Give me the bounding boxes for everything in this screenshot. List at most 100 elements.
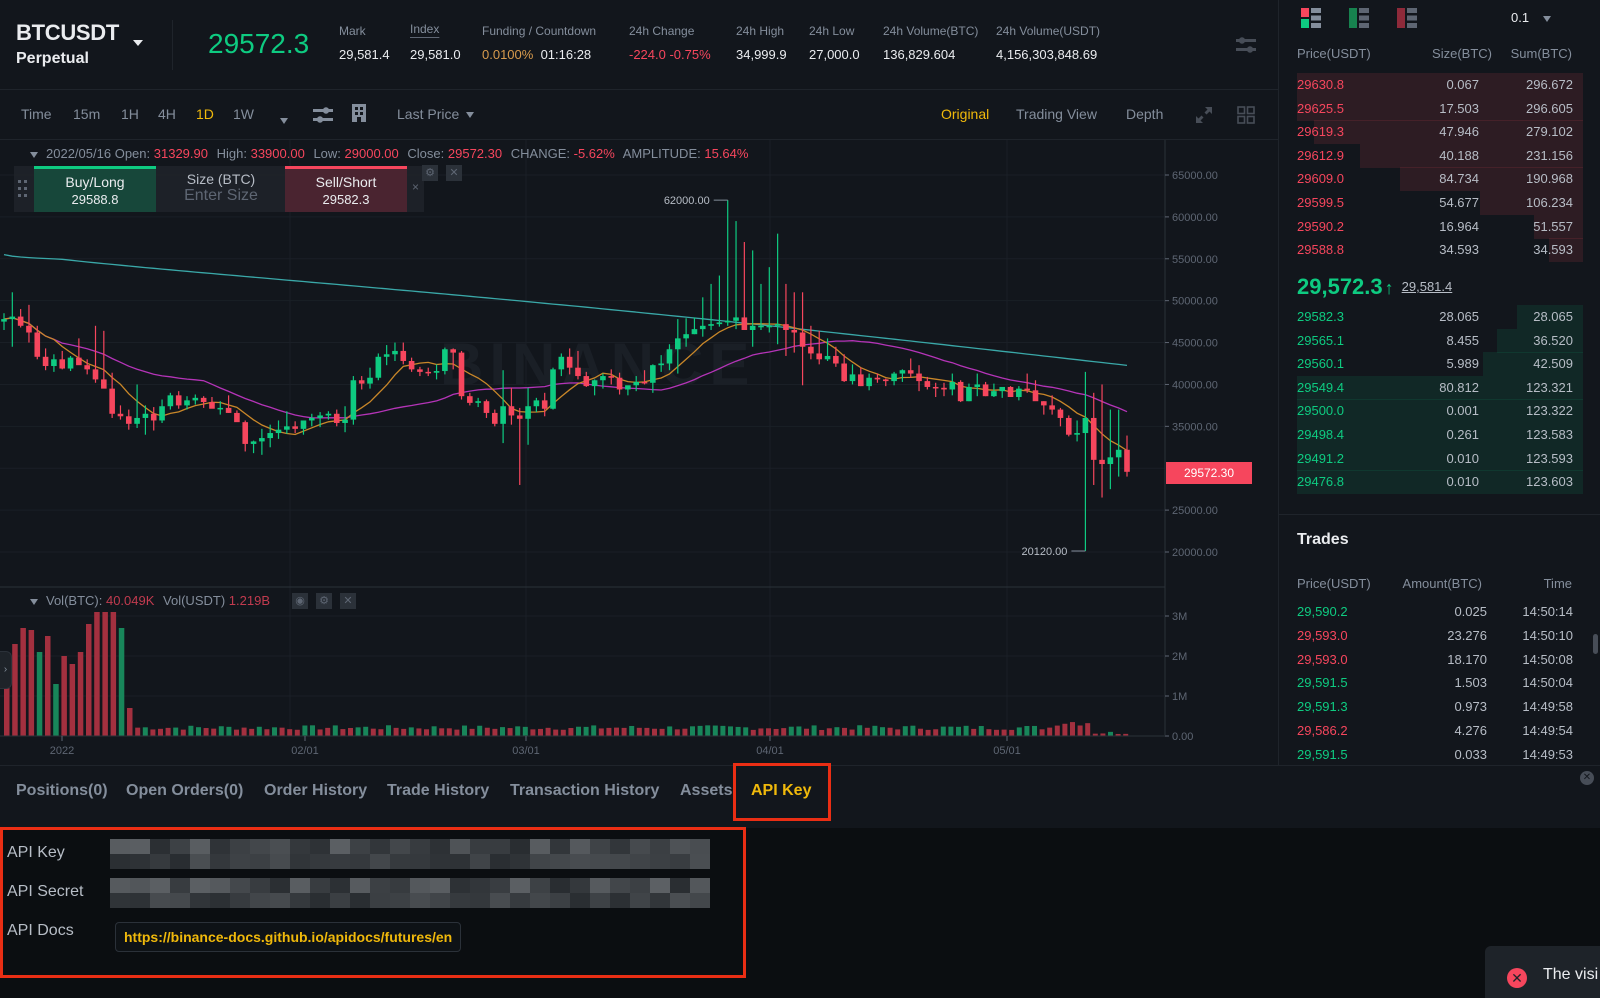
close-icon[interactable]: ✕: [446, 165, 462, 181]
close-icon[interactable]: ✕: [340, 593, 356, 609]
layout-bids-icon[interactable]: [1349, 8, 1369, 28]
layout-both-icon[interactable]: [1301, 8, 1321, 28]
candle-body: [566, 356, 573, 368]
error-icon[interactable]: ✕: [1507, 968, 1527, 988]
interval-4h[interactable]: 4H: [158, 106, 176, 122]
ask-row[interactable]: 29599.5 54.677 106.234: [1297, 191, 1583, 215]
candle-body: [1107, 457, 1114, 465]
redacted-pixel: [630, 893, 650, 908]
sell-short-button[interactable]: Sell/Short 29582.3: [285, 166, 407, 212]
api-key-value-redacted[interactable]: [110, 839, 710, 869]
indicator-settings-icon[interactable]: [313, 106, 333, 124]
tab-open-orders[interactable]: Open Orders(0): [126, 782, 243, 800]
stat-label[interactable]: Index: [410, 22, 461, 36]
x-tick-label: 2022: [50, 745, 74, 757]
size-input[interactable]: [166, 187, 276, 205]
cell-size: 80.812: [1439, 379, 1479, 395]
ohlc-date: 2022/05/16: [46, 146, 112, 161]
trade-row[interactable]: 29,590.2 0.025 14:50:14: [1297, 600, 1583, 624]
candle-body: [833, 355, 839, 364]
scrollbar[interactable]: [1593, 634, 1598, 654]
tab-order-history[interactable]: Order History: [264, 782, 367, 800]
gear-icon[interactable]: ⚙: [316, 593, 332, 609]
interval-1w[interactable]: 1W: [233, 106, 254, 122]
candle-body: [874, 377, 881, 380]
sliders-icon[interactable]: [1236, 36, 1256, 54]
bid-row[interactable]: 29560.1 5.989 42.509: [1297, 352, 1583, 377]
ask-row[interactable]: 29625.5 17.503 296.605: [1297, 96, 1583, 121]
api-docs-link[interactable]: https://binance-docs.github.io/apidocs/f…: [115, 922, 462, 952]
redacted-pixel: [350, 854, 370, 869]
ask-row[interactable]: 29609.0 84.734 190.968: [1297, 167, 1583, 192]
mid-mark-price[interactable]: 29,581.4: [1402, 279, 1453, 294]
redacted-pixel: [230, 839, 250, 854]
tab-trade-history[interactable]: Trade History: [387, 782, 489, 800]
ask-row[interactable]: 29588.8 34.593 34.593: [1297, 238, 1583, 263]
eye-icon[interactable]: ◉: [292, 593, 308, 609]
bid-row[interactable]: 29549.4 80.812 123.321: [1297, 375, 1583, 400]
redacted-pixel: [630, 878, 650, 893]
volume-bar: [1077, 725, 1083, 736]
building-icon[interactable]: [352, 104, 366, 124]
bid-row[interactable]: 29500.0 0.001 123.322: [1297, 399, 1583, 424]
bid-row[interactable]: 29582.3 28.065 28.065: [1297, 305, 1583, 329]
layout-asks-icon[interactable]: [1397, 8, 1417, 28]
bid-row[interactable]: 29498.4 0.261 123.583: [1297, 423, 1583, 447]
expand-panel-button[interactable]: ›: [0, 651, 12, 689]
gear-icon[interactable]: ⚙: [422, 165, 438, 181]
interval-1h[interactable]: 1H: [121, 106, 139, 122]
chevron-down-icon: [466, 112, 475, 119]
close-icon[interactable]: ✕: [1580, 771, 1594, 785]
view-trading-view[interactable]: Trading View: [1016, 106, 1097, 122]
interval-15m[interactable]: 15m: [73, 106, 100, 122]
symbol-selector[interactable]: BTCUSDT Perpetual: [16, 20, 119, 68]
layout-grid-icon[interactable]: [1237, 106, 1255, 124]
kline-chart-svg[interactable]: 65000.00 60000.00 55000.00 50000.00 45000.00…: [0, 140, 1278, 765]
kline-chart[interactable]: 65000.00 60000.00 55000.00 50000.00 45000.00…: [0, 140, 1278, 765]
candle-body: [824, 355, 831, 360]
chart-toolbar: Time 15m 1H 4H 1D 1W Last Price Original…: [0, 90, 1278, 140]
api-secret-value-redacted[interactable]: [110, 878, 720, 908]
price-type-dropdown[interactable]: Last Price: [397, 106, 475, 122]
collapse-triangle-icon[interactable]: [30, 151, 38, 158]
close-icon[interactable]: ×: [412, 180, 419, 194]
bid-row[interactable]: 29565.1 8.455 36.520: [1297, 328, 1583, 353]
chevron-down-icon[interactable]: [133, 40, 143, 46]
cell-price: 29612.9: [1297, 147, 1344, 163]
trade-row[interactable]: 29,591.5 1.503 14:50:04: [1297, 671, 1583, 695]
interval-1d[interactable]: 1D: [196, 106, 214, 122]
trade-row[interactable]: 29,593.0 23.276 14:50:10: [1297, 624, 1583, 648]
tab-api-key[interactable]: API Key: [751, 782, 811, 800]
trade-row[interactable]: 29,586.2 4.276 14:49:54: [1297, 719, 1583, 743]
volume-bar: [811, 725, 817, 736]
view-depth[interactable]: Depth: [1126, 106, 1163, 122]
candle-body: [59, 359, 66, 369]
tab-transaction-history[interactable]: Transaction History: [510, 782, 659, 800]
ask-row[interactable]: 29630.8 0.067 296.672: [1297, 73, 1583, 97]
view-original[interactable]: Original: [941, 106, 989, 122]
trade-row[interactable]: 29,593.0 18.170 14:50:08: [1297, 648, 1583, 672]
tab-assets[interactable]: Assets: [680, 782, 732, 800]
stat-index[interactable]: Index 29,581.0: [410, 22, 461, 62]
trades-list[interactable]: 29,590.2 0.025 14:50:14 29,593.0 23.276 14:50…: [1279, 600, 1600, 765]
bid-row[interactable]: 29491.2 0.010 123.593: [1297, 446, 1583, 471]
tab-positions[interactable]: Positions(0): [16, 782, 108, 800]
buy-long-button[interactable]: Buy/Long 29588.8: [34, 166, 156, 212]
fullscreen-icon[interactable]: [1195, 106, 1213, 124]
drag-handle-icon[interactable]: [18, 180, 28, 198]
collapse-triangle-icon[interactable]: [30, 598, 38, 605]
ask-row[interactable]: 29590.2 16.964 51.557: [1297, 214, 1583, 239]
candle-body: [708, 324, 714, 326]
volume-bar: [545, 727, 551, 736]
ask-row[interactable]: 29619.3 47.946 279.102: [1297, 120, 1583, 145]
interval-more-dropdown[interactable]: [276, 112, 288, 128]
trade-row[interactable]: 29,591.5 0.033 14:49:53: [1297, 743, 1583, 765]
candle-body: [741, 317, 748, 330]
precision-dropdown[interactable]: 0.1: [1511, 10, 1552, 25]
col-header-time: Time: [1543, 576, 1572, 591]
volume-bar: [469, 728, 475, 736]
trade-row[interactable]: 29,591.3 0.973 14:49:58: [1297, 695, 1583, 719]
bid-row[interactable]: 29476.8 0.010 123.603: [1297, 470, 1583, 495]
interval-time[interactable]: Time: [21, 106, 52, 122]
ask-row[interactable]: 29612.9 40.188 231.156: [1297, 143, 1583, 168]
